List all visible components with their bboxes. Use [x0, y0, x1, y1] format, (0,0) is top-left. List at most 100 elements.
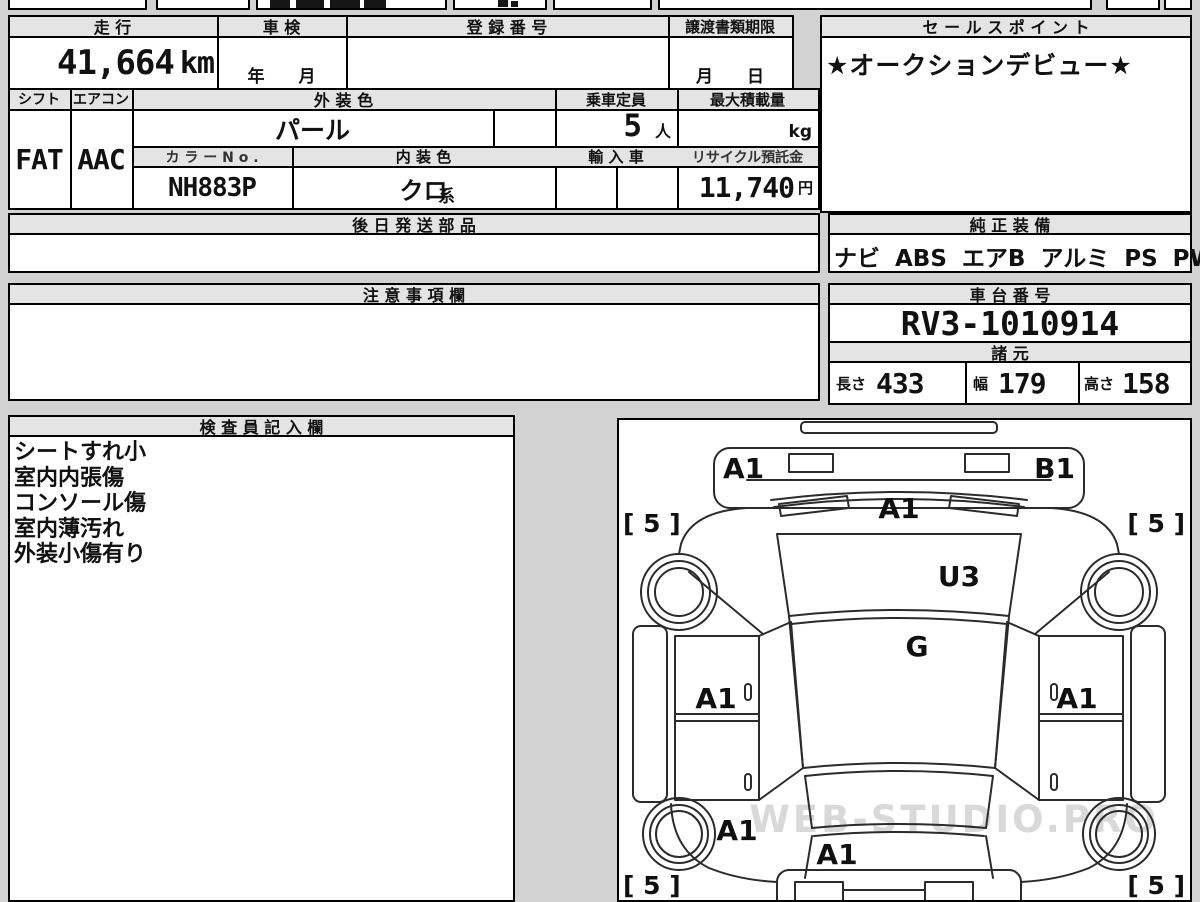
door-handle-left-rear — [744, 773, 752, 791]
recycle-header: リサイクル預託金 — [677, 147, 818, 166]
capacity-header: 乗車定員 — [555, 89, 677, 109]
registration-header: 登 録 番 号 — [346, 16, 668, 37]
shaken-value-cell: 年 月 — [247, 67, 316, 87]
transfer-doc-value-cell: 月 日 — [696, 67, 764, 87]
caution-header-label: 注 意 事 項 欄 — [362, 285, 466, 305]
front-fender-right — [1050, 507, 1120, 555]
shift-value-cell: FAT — [8, 110, 70, 208]
license-plate-bar — [800, 421, 998, 434]
trunk-side-left — [804, 835, 813, 879]
damage-label-front-left: A1 — [723, 452, 764, 485]
interior-color-header: 内 装 色 — [292, 147, 555, 166]
sales-point-header-label: セ ー ル ス ポ イ ン ト — [922, 18, 1090, 37]
mileage-header-label: 走 行 — [93, 18, 132, 37]
cropped-text-fragment — [270, 0, 290, 8]
rear-bumper-step-right — [924, 881, 974, 900]
shaken-header-label: 車 検 — [262, 18, 301, 37]
windshield — [776, 533, 1022, 617]
inspector-notes: シートすれ小 室内内張傷 コンソール傷 室内薄汚れ 外装小傷有り — [14, 440, 504, 568]
damage-label-quarter-left: A1 — [716, 814, 757, 847]
door-handle-right-rear — [1050, 773, 1058, 791]
rocker-panel-right — [1130, 625, 1166, 803]
cropped-cell — [1106, 0, 1160, 10]
fog-lamp-left — [788, 453, 834, 473]
max-load-value-cell: kg — [677, 110, 812, 144]
aircon-header: エアコン — [70, 89, 132, 109]
divider-line — [493, 109, 495, 146]
max-load-unit: kg — [788, 122, 812, 142]
damage-label-windshield: U3 — [938, 560, 980, 593]
tire-grade-rear-right: [ 5 ] — [1127, 871, 1185, 900]
length-value: 433 — [876, 366, 925, 400]
max-load-header-label: 最大積載量 — [709, 90, 785, 109]
recycle-unit: 円 — [797, 178, 813, 197]
equipment-header: 純 正 装 備 — [828, 214, 1192, 235]
cropped-text-fragment — [498, 0, 508, 7]
chassis-value: RV3-1010914 — [900, 303, 1120, 343]
recycle-value-cell: 11,740 円 — [677, 168, 813, 206]
damage-label-door-right: A1 — [1056, 682, 1097, 715]
fog-lamp-right — [964, 453, 1010, 473]
cropped-cell — [553, 0, 652, 10]
damage-label-door-left: A1 — [695, 682, 736, 715]
inspector-note-line: コンソール傷 — [14, 491, 147, 516]
wheel-front-right — [1080, 553, 1158, 631]
cropped-text-fragment — [511, 1, 518, 7]
registration-value-cell — [346, 38, 668, 88]
trunk-side-right — [985, 835, 994, 879]
cropped-cell — [8, 0, 147, 10]
mileage-header: 走 行 — [8, 16, 217, 37]
caution-header: 注 意 事 項 欄 — [8, 284, 820, 305]
color-no-value-cell: NH883P — [132, 168, 292, 208]
interior-color-value-cell: クロ — [292, 168, 555, 208]
auction-sheet: 走 行 車 検 登 録 番 号 譲渡書類期限 41,664 km 年 月 月 日… — [0, 0, 1200, 902]
inspector-note-line: シートすれ小 — [14, 440, 147, 465]
windshield-base-arc — [790, 617, 1008, 625]
inspector-header-label: 検 査 員 記 入 欄 — [199, 417, 324, 437]
rear-bumper — [776, 869, 1022, 900]
damage-label-roof: G — [906, 630, 929, 663]
damage-label-front-right: B1 — [1034, 452, 1075, 485]
cropped-cell — [1164, 0, 1192, 10]
equipment-list: ナビ ABS エアB アルミ PS PW — [834, 246, 1200, 272]
exterior-color-value: パール — [274, 115, 350, 145]
cropped-cell — [658, 0, 1092, 10]
equipment-header-label: 純 正 装 備 — [969, 215, 1051, 235]
transfer-doc-header-label: 譲渡書類期限 — [684, 17, 775, 36]
cropped-cell — [156, 0, 250, 10]
aircon-value-cell: AAC — [70, 110, 132, 208]
registration-header-label: 登 録 番 号 — [466, 18, 548, 37]
aircon-header-label: エアコン — [73, 92, 129, 108]
height-label: 高さ — [1084, 374, 1115, 393]
cropped-text-fragment — [364, 0, 386, 8]
width-label: 幅 — [973, 374, 989, 393]
shift-header: シフト — [8, 89, 70, 109]
tire-grade-rear-left: [ 5 ] — [623, 871, 681, 900]
width-cell: 幅 179 — [967, 363, 1076, 403]
shaken-header: 車 検 — [217, 16, 346, 37]
damage-label-rear: A1 — [816, 838, 857, 871]
inspector-note-line: 外装小傷有り — [14, 542, 147, 567]
recycle-header-label: リサイクル預託金 — [691, 149, 804, 166]
width-value: 179 — [998, 366, 1047, 400]
specs-header: 諸 元 — [828, 342, 1192, 363]
sales-point-text: ★オークションデビュー★ — [826, 51, 1133, 80]
exterior-color-header: 外 装 色 — [132, 89, 555, 110]
max-load-header: 最大積載量 — [677, 89, 818, 109]
wheel-front-left — [640, 553, 718, 631]
color-no-header: カ ラ ー N o . — [132, 147, 292, 166]
length-label: 長さ — [836, 374, 867, 393]
damage-diagram-panel: WEB-STUDIO.PRO A1 B1 A1 U3 G A1 A1 A1 A1… — [617, 418, 1192, 902]
shift-value: FAT — [15, 142, 64, 176]
later-parts-header-label: 後 日 発 送 部 品 — [352, 215, 476, 235]
capacity-unit: 人 — [654, 122, 671, 141]
specs-header-label: 諸 元 — [991, 343, 1029, 363]
color-no-value: NH883P — [168, 173, 257, 203]
exterior-color-value-cell: パール — [132, 112, 493, 145]
inspector-header: 検 査 員 記 入 欄 — [8, 416, 515, 437]
cropped-text-fragment — [330, 0, 360, 8]
capacity-header-label: 乗車定員 — [585, 90, 646, 109]
capacity-value-cell: 5 人 — [555, 110, 671, 144]
wheel-rear-left — [642, 797, 716, 871]
sales-point-header: セ ー ル ス ポ イ ン ト — [820, 16, 1192, 37]
